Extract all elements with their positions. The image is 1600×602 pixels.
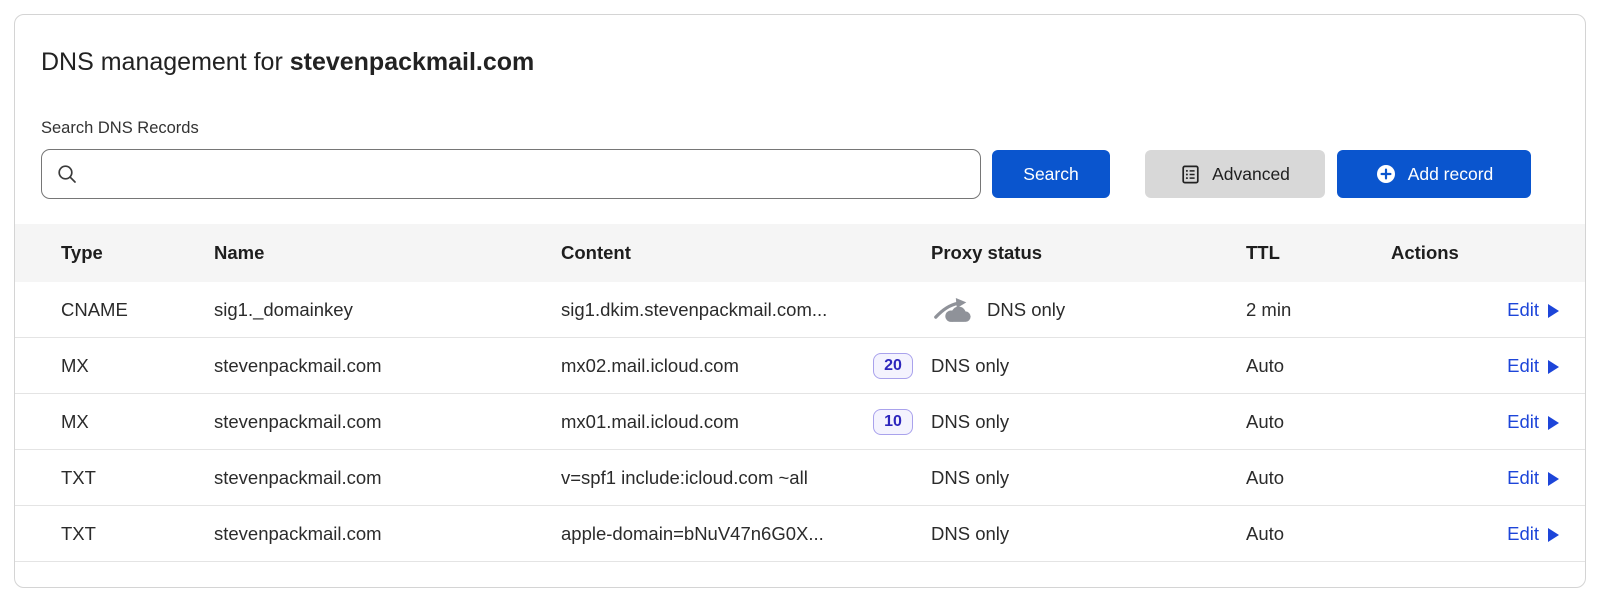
record-content: sig1.dkim.stevenpackmail.com... (561, 299, 827, 321)
edit-link-label: Edit (1507, 355, 1539, 377)
record-type: TXT (15, 467, 214, 489)
record-content: mx02.mail.icloud.com (561, 355, 739, 377)
search-label: Search DNS Records (41, 119, 1559, 138)
record-name: stevenpackmail.com (214, 523, 561, 545)
edit-link[interactable]: Edit (1507, 299, 1559, 321)
column-header-proxy-status: Proxy status (931, 242, 1246, 264)
advanced-button[interactable]: Advanced (1145, 150, 1325, 198)
record-content: mx01.mail.icloud.com (561, 411, 739, 433)
priority-badge: 20 (873, 353, 913, 379)
search-box[interactable] (41, 149, 981, 199)
add-record-button-label: Add record (1408, 164, 1494, 185)
table-row: MX stevenpackmail.com mx01.mail.icloud.c… (15, 394, 1585, 450)
edit-link[interactable]: Edit (1507, 411, 1559, 433)
edit-link-label: Edit (1507, 411, 1539, 433)
list-document-icon (1180, 164, 1201, 185)
triangle-right-icon (1548, 360, 1559, 374)
record-ttl: Auto (1246, 355, 1391, 377)
record-name: sig1._domainkey (214, 299, 561, 321)
column-header-actions: Actions (1391, 242, 1585, 264)
edit-link[interactable]: Edit (1507, 523, 1559, 545)
proxy-status-text: DNS only (987, 299, 1065, 321)
search-button[interactable]: Search (992, 150, 1110, 198)
column-header-name: Name (214, 242, 561, 264)
column-header-type: Type (15, 242, 214, 264)
record-ttl: Auto (1246, 467, 1391, 489)
record-type: MX (15, 411, 214, 433)
table-row: TXT stevenpackmail.com apple-domain=bNuV… (15, 506, 1585, 562)
page-title-prefix: DNS management for (41, 48, 290, 76)
record-ttl: Auto (1246, 411, 1391, 433)
page-title: DNS management for stevenpackmail.com (41, 46, 1559, 78)
record-name: stevenpackmail.com (214, 411, 561, 433)
record-name: stevenpackmail.com (214, 355, 561, 377)
search-icon (56, 163, 78, 185)
edit-link-label: Edit (1507, 467, 1539, 489)
record-name: stevenpackmail.com (214, 467, 561, 489)
proxy-status-text: DNS only (931, 411, 1009, 433)
record-content: v=spf1 include:icloud.com ~all (561, 467, 808, 489)
record-type: MX (15, 355, 214, 377)
table-row: TXT stevenpackmail.com v=spf1 include:ic… (15, 450, 1585, 506)
search-input[interactable] (88, 150, 966, 198)
plus-circle-icon (1375, 163, 1397, 185)
record-type: CNAME (15, 299, 214, 321)
edit-link[interactable]: Edit (1507, 467, 1559, 489)
add-record-button[interactable]: Add record (1337, 150, 1531, 198)
edit-link-label: Edit (1507, 299, 1539, 321)
record-ttl: Auto (1246, 523, 1391, 545)
dns-management-card: DNS management for stevenpackmail.com Se… (14, 14, 1586, 588)
record-content: apple-domain=bNuV47n6G0X... (561, 523, 824, 545)
table-row: CNAME sig1._domainkey sig1.dkim.stevenpa… (15, 282, 1585, 338)
domain-name: stevenpackmail.com (290, 48, 535, 76)
table-header-row: Type Name Content Proxy status TTL Actio… (15, 224, 1585, 282)
proxy-status-text: DNS only (931, 467, 1009, 489)
proxy-status-text: DNS only (931, 523, 1009, 545)
column-header-content: Content (561, 242, 931, 264)
search-toolbar: Search Advanced Add record (41, 149, 1559, 199)
proxy-status-text: DNS only (931, 355, 1009, 377)
column-header-ttl: TTL (1246, 242, 1391, 264)
triangle-right-icon (1548, 416, 1559, 430)
record-type: TXT (15, 523, 214, 545)
triangle-right-icon (1548, 528, 1559, 542)
edit-link-label: Edit (1507, 523, 1539, 545)
triangle-right-icon (1548, 472, 1559, 486)
dns-records-table: Type Name Content Proxy status TTL Actio… (15, 224, 1585, 562)
triangle-right-icon (1548, 304, 1559, 318)
edit-link[interactable]: Edit (1507, 355, 1559, 377)
cloud-arrow-icon (931, 296, 973, 323)
table-row: MX stevenpackmail.com mx02.mail.icloud.c… (15, 338, 1585, 394)
priority-badge: 10 (873, 409, 913, 435)
advanced-button-label: Advanced (1212, 164, 1290, 185)
record-ttl: 2 min (1246, 299, 1391, 321)
